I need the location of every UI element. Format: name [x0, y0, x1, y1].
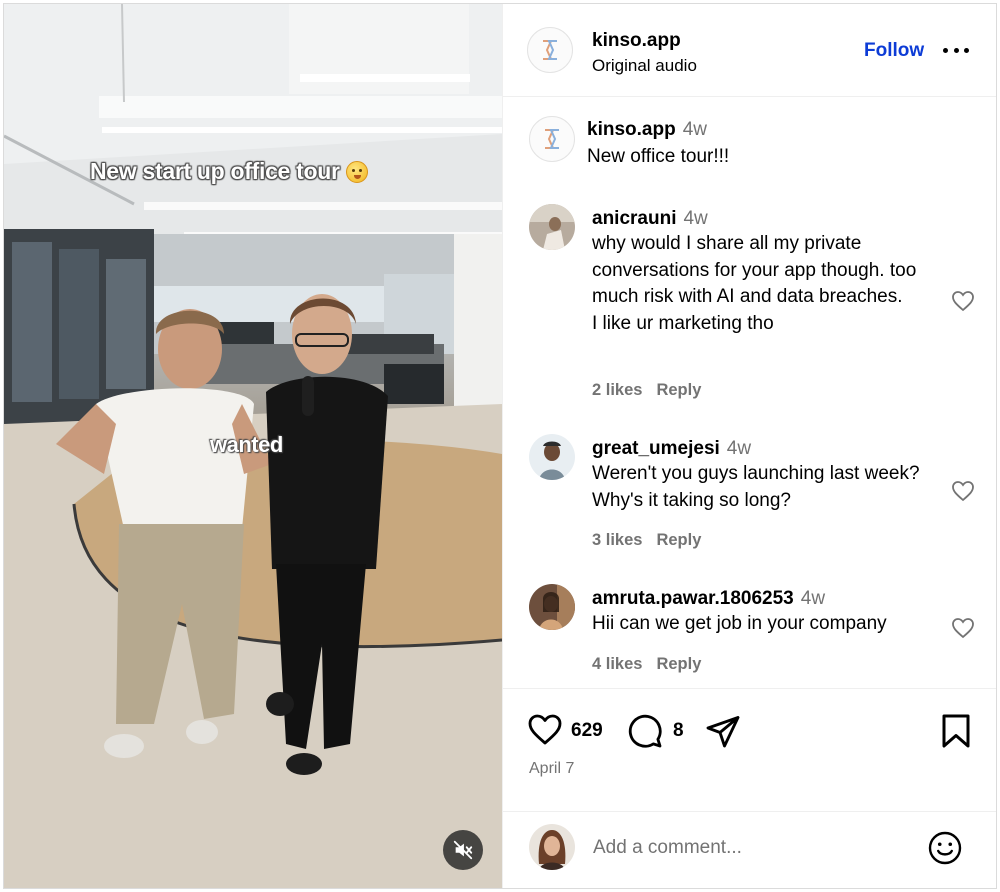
- video-text-overlay: New start up office tour: [90, 158, 368, 185]
- like-count[interactable]: 629: [571, 720, 603, 742]
- reply-button[interactable]: Reply: [656, 531, 701, 549]
- post-window: New start up office tour wanted kinso.ap…: [3, 3, 997, 889]
- video-subtitle-word: wanted: [210, 432, 283, 457]
- post-video[interactable]: New start up office tour wanted: [4, 4, 502, 888]
- mute-icon: [453, 840, 473, 860]
- comment-text: why would I share all my private convers…: [592, 233, 917, 334]
- post-details-panel: kinso.app Original audio Follow kinso.ap…: [502, 4, 996, 888]
- post-actions-bar: 629 8 April 7: [503, 688, 996, 812]
- commenter-avatar[interactable]: [529, 434, 575, 480]
- comment-meta: 2 likes Reply: [592, 381, 715, 400]
- add-comment-bar: [503, 812, 996, 888]
- reply-button[interactable]: Reply: [656, 381, 701, 399]
- comment-time[interactable]: 4w: [727, 438, 751, 459]
- comment-header: anicrauni 4w: [592, 208, 708, 230]
- comment-text: Weren't you guys launching last week? Wh…: [592, 463, 920, 511]
- current-user-avatar: [529, 824, 575, 870]
- caption-header: kinso.app 4w: [587, 119, 707, 141]
- kinso-logo-icon: [543, 40, 557, 60]
- comment-meta: 4 likes Reply: [592, 655, 715, 674]
- commenter-avatar[interactable]: [529, 204, 575, 250]
- caption-author-avatar[interactable]: [529, 116, 575, 162]
- hand-over-mouth-emoji-icon: [345, 160, 368, 183]
- comment-likes[interactable]: 2 likes: [592, 381, 642, 399]
- comment-author[interactable]: anicrauni: [592, 208, 676, 229]
- author-username[interactable]: kinso.app: [592, 30, 681, 52]
- comment-likes[interactable]: 4 likes: [592, 655, 642, 673]
- caption-time[interactable]: 4w: [683, 119, 707, 140]
- add-comment-input[interactable]: [593, 832, 913, 864]
- comment-header: amruta.pawar.1806253 4w: [592, 588, 825, 610]
- post-header: kinso.app Original audio Follow: [503, 4, 996, 97]
- overlay-caption-text: New start up office tour: [90, 158, 340, 184]
- comment-time[interactable]: 4w: [801, 588, 825, 609]
- comment-like-heart-icon[interactable]: [951, 290, 975, 312]
- comment-count[interactable]: 8: [673, 720, 684, 742]
- comment-like-heart-icon[interactable]: [951, 480, 975, 502]
- comment-time[interactable]: 4w: [683, 208, 707, 229]
- comment-author[interactable]: great_umejesi: [592, 438, 720, 459]
- comment-likes[interactable]: 3 likes: [592, 531, 642, 549]
- bookmark-icon[interactable]: [939, 713, 973, 749]
- share-icon[interactable]: [705, 713, 741, 749]
- heart-icon[interactable]: [527, 713, 563, 746]
- comment-text: Hii can we get job in your company: [592, 613, 887, 634]
- follow-button[interactable]: Follow: [864, 40, 924, 62]
- comment-header: great_umejesi 4w: [592, 438, 751, 460]
- author-avatar[interactable]: [527, 27, 573, 73]
- kinso-logo-icon: [545, 129, 559, 149]
- comment-icon[interactable]: [627, 713, 663, 749]
- more-options-icon[interactable]: [943, 40, 969, 60]
- post-date[interactable]: April 7: [529, 760, 574, 778]
- mute-button[interactable]: [443, 830, 483, 870]
- caption-author[interactable]: kinso.app: [587, 119, 676, 140]
- audio-label[interactable]: Original audio: [592, 56, 697, 76]
- reply-button[interactable]: Reply: [656, 655, 701, 673]
- comment-author[interactable]: amruta.pawar.1806253: [592, 588, 794, 609]
- caption-text: New office tour!!!: [587, 146, 730, 167]
- comment-like-heart-icon[interactable]: [951, 617, 975, 639]
- comment-meta: 3 likes Reply: [592, 531, 715, 550]
- emoji-icon[interactable]: [927, 830, 963, 866]
- commenter-avatar[interactable]: [529, 584, 575, 630]
